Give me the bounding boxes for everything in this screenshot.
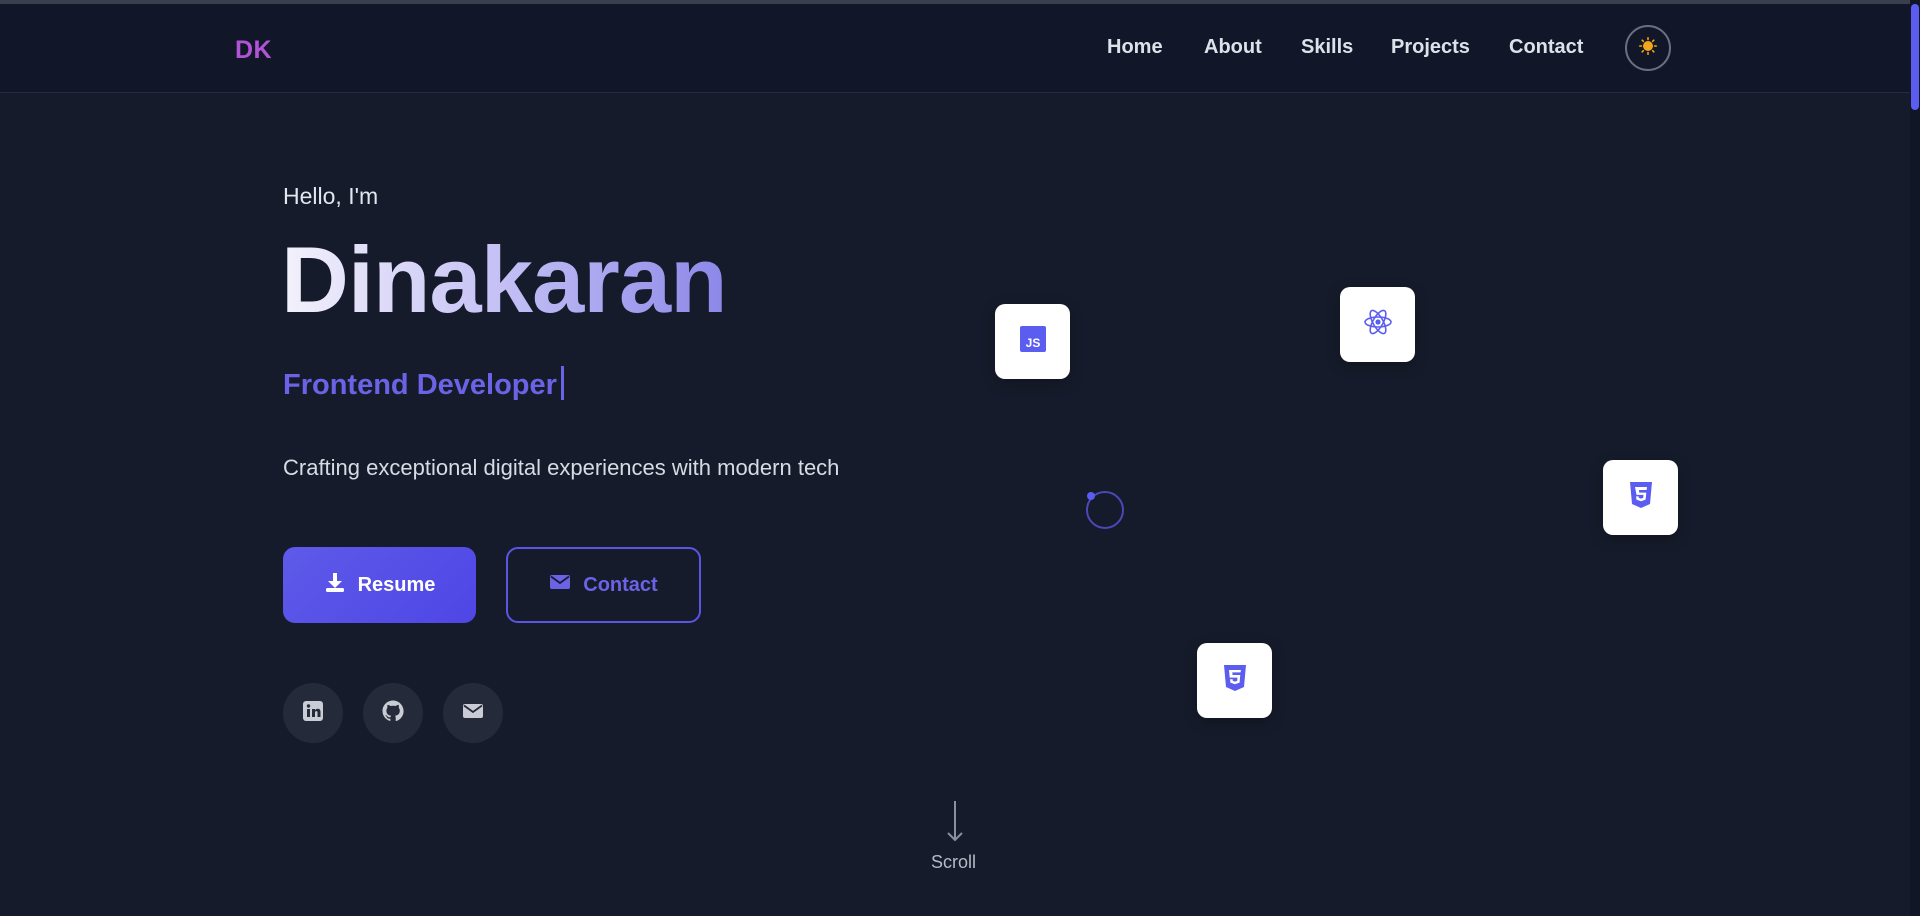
scrollbar-thumb[interactable] (1911, 4, 1919, 110)
chevron-down-icon (946, 830, 964, 848)
linkedin-link[interactable] (283, 683, 343, 743)
hero-greeting: Hello, I'm (283, 183, 379, 209)
download-icon (324, 571, 346, 599)
tech-card-html5 (1197, 643, 1272, 718)
hero-role: Frontend Developer (283, 366, 564, 402)
react-icon (1362, 306, 1394, 343)
orbit-dot (1087, 492, 1095, 500)
nav-link-projects[interactable]: Projects (1391, 36, 1470, 59)
contact-button[interactable]: Contact (506, 547, 701, 623)
linkedin-icon (302, 700, 324, 727)
javascript-icon: JS (1019, 325, 1047, 358)
github-icon (381, 699, 405, 728)
nav-link-home[interactable]: Home (1107, 36, 1163, 59)
tech-card-react (1340, 287, 1415, 362)
html5-icon (1222, 664, 1248, 697)
site-logo[interactable]: DK (235, 36, 272, 65)
email-link[interactable] (443, 683, 503, 743)
typing-caret (560, 366, 564, 400)
envelope-icon (549, 573, 571, 597)
nav-link-about[interactable]: About (1204, 36, 1262, 59)
css3-icon (1628, 481, 1654, 514)
hero-tagline: Crafting exceptional digital experiences… (283, 455, 840, 480)
nav-link-skills[interactable]: Skills (1301, 36, 1353, 59)
sun-icon (1639, 36, 1658, 60)
svg-text:JS: JS (1025, 336, 1040, 350)
github-link[interactable] (363, 683, 423, 743)
mail-icon (462, 702, 484, 725)
theme-toggle-button[interactable] (1625, 25, 1671, 71)
resume-button[interactable]: Resume (283, 547, 476, 623)
hero-role-text: Frontend Developer (283, 369, 557, 401)
scroll-label: Scroll (931, 852, 977, 872)
hero-name: Dinakaran (281, 227, 728, 332)
nav-link-contact[interactable]: Contact (1509, 36, 1583, 59)
resume-button-label: Resume (357, 573, 436, 596)
contact-button-label: Contact (583, 573, 658, 596)
page-scrollbar[interactable] (1910, 0, 1920, 916)
tech-card-javascript: JS (995, 304, 1070, 379)
tech-card-css3 (1603, 460, 1678, 535)
